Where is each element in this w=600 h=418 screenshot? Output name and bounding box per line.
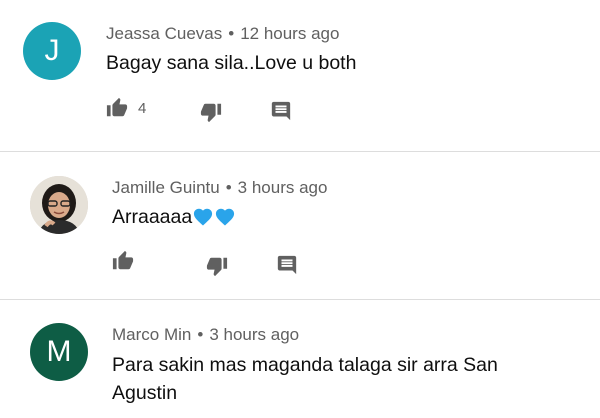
separator-dot: •: [225, 178, 232, 197]
comment-text-content: Arraaaaa: [112, 206, 193, 228]
like-count: 4: [138, 100, 147, 117]
avatar-photo-icon: [30, 176, 88, 234]
comment-actions: [112, 250, 312, 277]
comment-item: M Marco Min • 3 hours ago Para sakin mas m…: [0, 300, 600, 418]
comment-text: Bagay sana sila..Love u both: [106, 52, 357, 74]
timestamp[interactable]: 3 hours ago: [238, 178, 328, 197]
comment-meta: Jamille Guintu • 3 hours ago: [112, 178, 327, 198]
like-button[interactable]: [112, 250, 134, 274]
blue-heart-icon: [192, 206, 214, 234]
avatar[interactable]: J: [23, 22, 81, 80]
reply-button[interactable]: [270, 100, 292, 124]
timestamp[interactable]: 3 hours ago: [209, 325, 299, 344]
comment-actions: 4: [106, 97, 306, 124]
thumbs-down-icon: [200, 103, 222, 123]
comment-item: J Jeassa Cuevas • 12 hours ago Bagay sana …: [0, 0, 600, 150]
author-name[interactable]: Jamille Guintu: [112, 178, 220, 197]
separator-dot: •: [197, 325, 204, 344]
thumbs-up-icon: [112, 250, 134, 270]
avatar[interactable]: [30, 176, 88, 234]
dislike-button[interactable]: [206, 255, 228, 279]
timestamp[interactable]: 12 hours ago: [240, 24, 339, 43]
comment-text: Arraaaaa: [112, 203, 562, 234]
comment-meta: Jeassa Cuevas • 12 hours ago: [106, 24, 339, 44]
like-button[interactable]: [106, 97, 128, 121]
comment-reply-icon: [277, 255, 297, 275]
thumbs-down-icon: [206, 257, 228, 277]
comment-reply-icon: [271, 101, 291, 121]
comment-meta: Marco Min • 3 hours ago: [112, 325, 299, 345]
author-name[interactable]: Marco Min: [112, 325, 191, 344]
dislike-button[interactable]: [200, 101, 222, 125]
thumbs-up-icon: [106, 97, 128, 117]
author-name[interactable]: Jeassa Cuevas: [106, 24, 222, 43]
comment-text: Para sakin mas maganda talaga sir arra S…: [112, 354, 498, 404]
comment-item: Jamille Guintu • 3 hours ago Arraaaaa: [0, 152, 600, 300]
blue-heart-icon: [214, 206, 236, 234]
separator-dot: •: [228, 24, 235, 43]
avatar[interactable]: M: [30, 323, 88, 381]
reply-button[interactable]: [276, 254, 298, 278]
